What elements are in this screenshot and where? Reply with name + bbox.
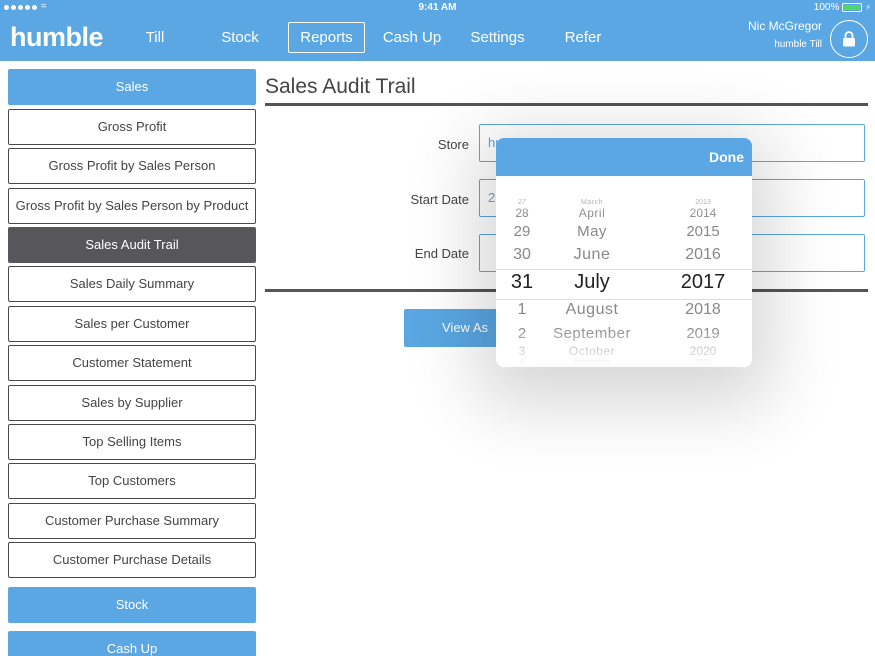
nav-settings[interactable]: Settings (460, 22, 535, 53)
picker-year-option[interactable]: 2018 (658, 302, 748, 318)
sidebar-item-customer-purchase-summary[interactable]: Customer Purchase Summary (8, 503, 256, 539)
sidebar-item-sales-daily-summary[interactable]: Sales Daily Summary (8, 266, 256, 302)
picker-toolbar: Done (496, 138, 752, 176)
picker-month-option[interactable]: August (547, 302, 637, 318)
sidebar-item-top-selling-items[interactable]: Top Selling Items (8, 424, 256, 460)
picker-year-option[interactable]: 2020 (658, 345, 748, 357)
battery-icon (842, 3, 863, 12)
sidebar-item-gross-profit[interactable]: Gross Profit (8, 109, 256, 145)
selection-line-bottom (496, 299, 752, 300)
sidebar-item-customer-statement[interactable]: Customer Statement (8, 345, 256, 381)
selection-line-top (496, 269, 752, 270)
sidebar-item-sales-per-customer[interactable]: Sales per Customer (8, 306, 256, 342)
user-till-name: humble Till (774, 39, 822, 50)
nav-till[interactable]: Till (126, 22, 184, 53)
picker-month-option[interactable]: November (547, 359, 637, 366)
picker-month-option[interactable]: March (547, 199, 637, 206)
nav-reports[interactable]: Reports (288, 22, 365, 53)
picker-month-option[interactable]: July (547, 272, 637, 292)
sidebar-item-customer-purchase-details[interactable]: Customer Purchase Details (8, 542, 256, 578)
top-bar: ≈ 9:41 AM 100% ⚡ humble Till Stock Repor… (0, 0, 875, 61)
picker-year-option[interactable]: 2017 (658, 272, 748, 292)
nav-refer[interactable]: Refer (552, 22, 614, 53)
sidebar-item-sales-by-supplier[interactable]: Sales by Supplier (8, 385, 256, 421)
battery-percent: 100% (813, 2, 840, 13)
store-label: Store (437, 137, 469, 152)
status-time: 9:41 AM (418, 2, 457, 13)
nav-stock[interactable]: Stock (208, 22, 272, 53)
picker-year-option[interactable]: 2016 (658, 247, 748, 263)
lock-button[interactable] (830, 20, 868, 58)
picker-month-option[interactable]: May (547, 224, 637, 239)
picker-year-option[interactable]: 2021 (658, 359, 748, 366)
title-divider (265, 103, 868, 106)
date-picker-popover: Done 27 28 29 30 31 1 2 3 4 March April May June July… (496, 138, 752, 367)
done-button[interactable]: Done (709, 149, 744, 165)
picker-month-option[interactable]: October (547, 345, 637, 357)
picker-month-option[interactable]: April (547, 207, 637, 219)
sidebar-header-stock[interactable]: Stock (8, 587, 256, 623)
status-bar: ≈ 9:41 AM 100% ⚡ (0, 0, 875, 16)
sidebar-item-sales-audit-trail[interactable]: Sales Audit Trail (8, 227, 256, 263)
humble-logo[interactable]: humble (10, 22, 104, 53)
sidebar-header-cash-up[interactable]: Cash Up (8, 631, 256, 656)
picker-year-option[interactable]: 2019 (658, 326, 748, 341)
lock-icon (843, 31, 855, 47)
picker-year-option[interactable]: 2013 (658, 199, 748, 206)
picker-year-option[interactable]: 2015 (658, 224, 748, 239)
start-date-label: Start Date (410, 192, 469, 207)
battery-indicator: 100% ⚡ (814, 2, 871, 13)
charging-icon: ⚡ (865, 3, 871, 12)
page-title: Sales Audit Trail (265, 75, 416, 98)
sidebar-item-gross-profit-by-sales-person-by-product[interactable]: Gross Profit by Sales Person by Product (8, 188, 256, 224)
picker-month-option[interactable]: June (547, 247, 637, 263)
date-picker-wheel[interactable]: 27 28 29 30 31 1 2 3 4 March April May June July Augus… (496, 176, 752, 367)
user-name: Nic McGregor (747, 19, 822, 33)
end-date-label: End Date (414, 246, 469, 261)
sidebar-header-sales[interactable]: Sales (8, 69, 256, 105)
sidebar-item-gross-profit-by-sales-person[interactable]: Gross Profit by Sales Person (8, 148, 256, 184)
nav-cash-up[interactable]: Cash Up (376, 22, 448, 53)
picker-year-option[interactable]: 2014 (658, 207, 748, 219)
picker-month-option[interactable]: September (547, 326, 637, 341)
sidebar-item-top-customers[interactable]: Top Customers (8, 463, 256, 499)
